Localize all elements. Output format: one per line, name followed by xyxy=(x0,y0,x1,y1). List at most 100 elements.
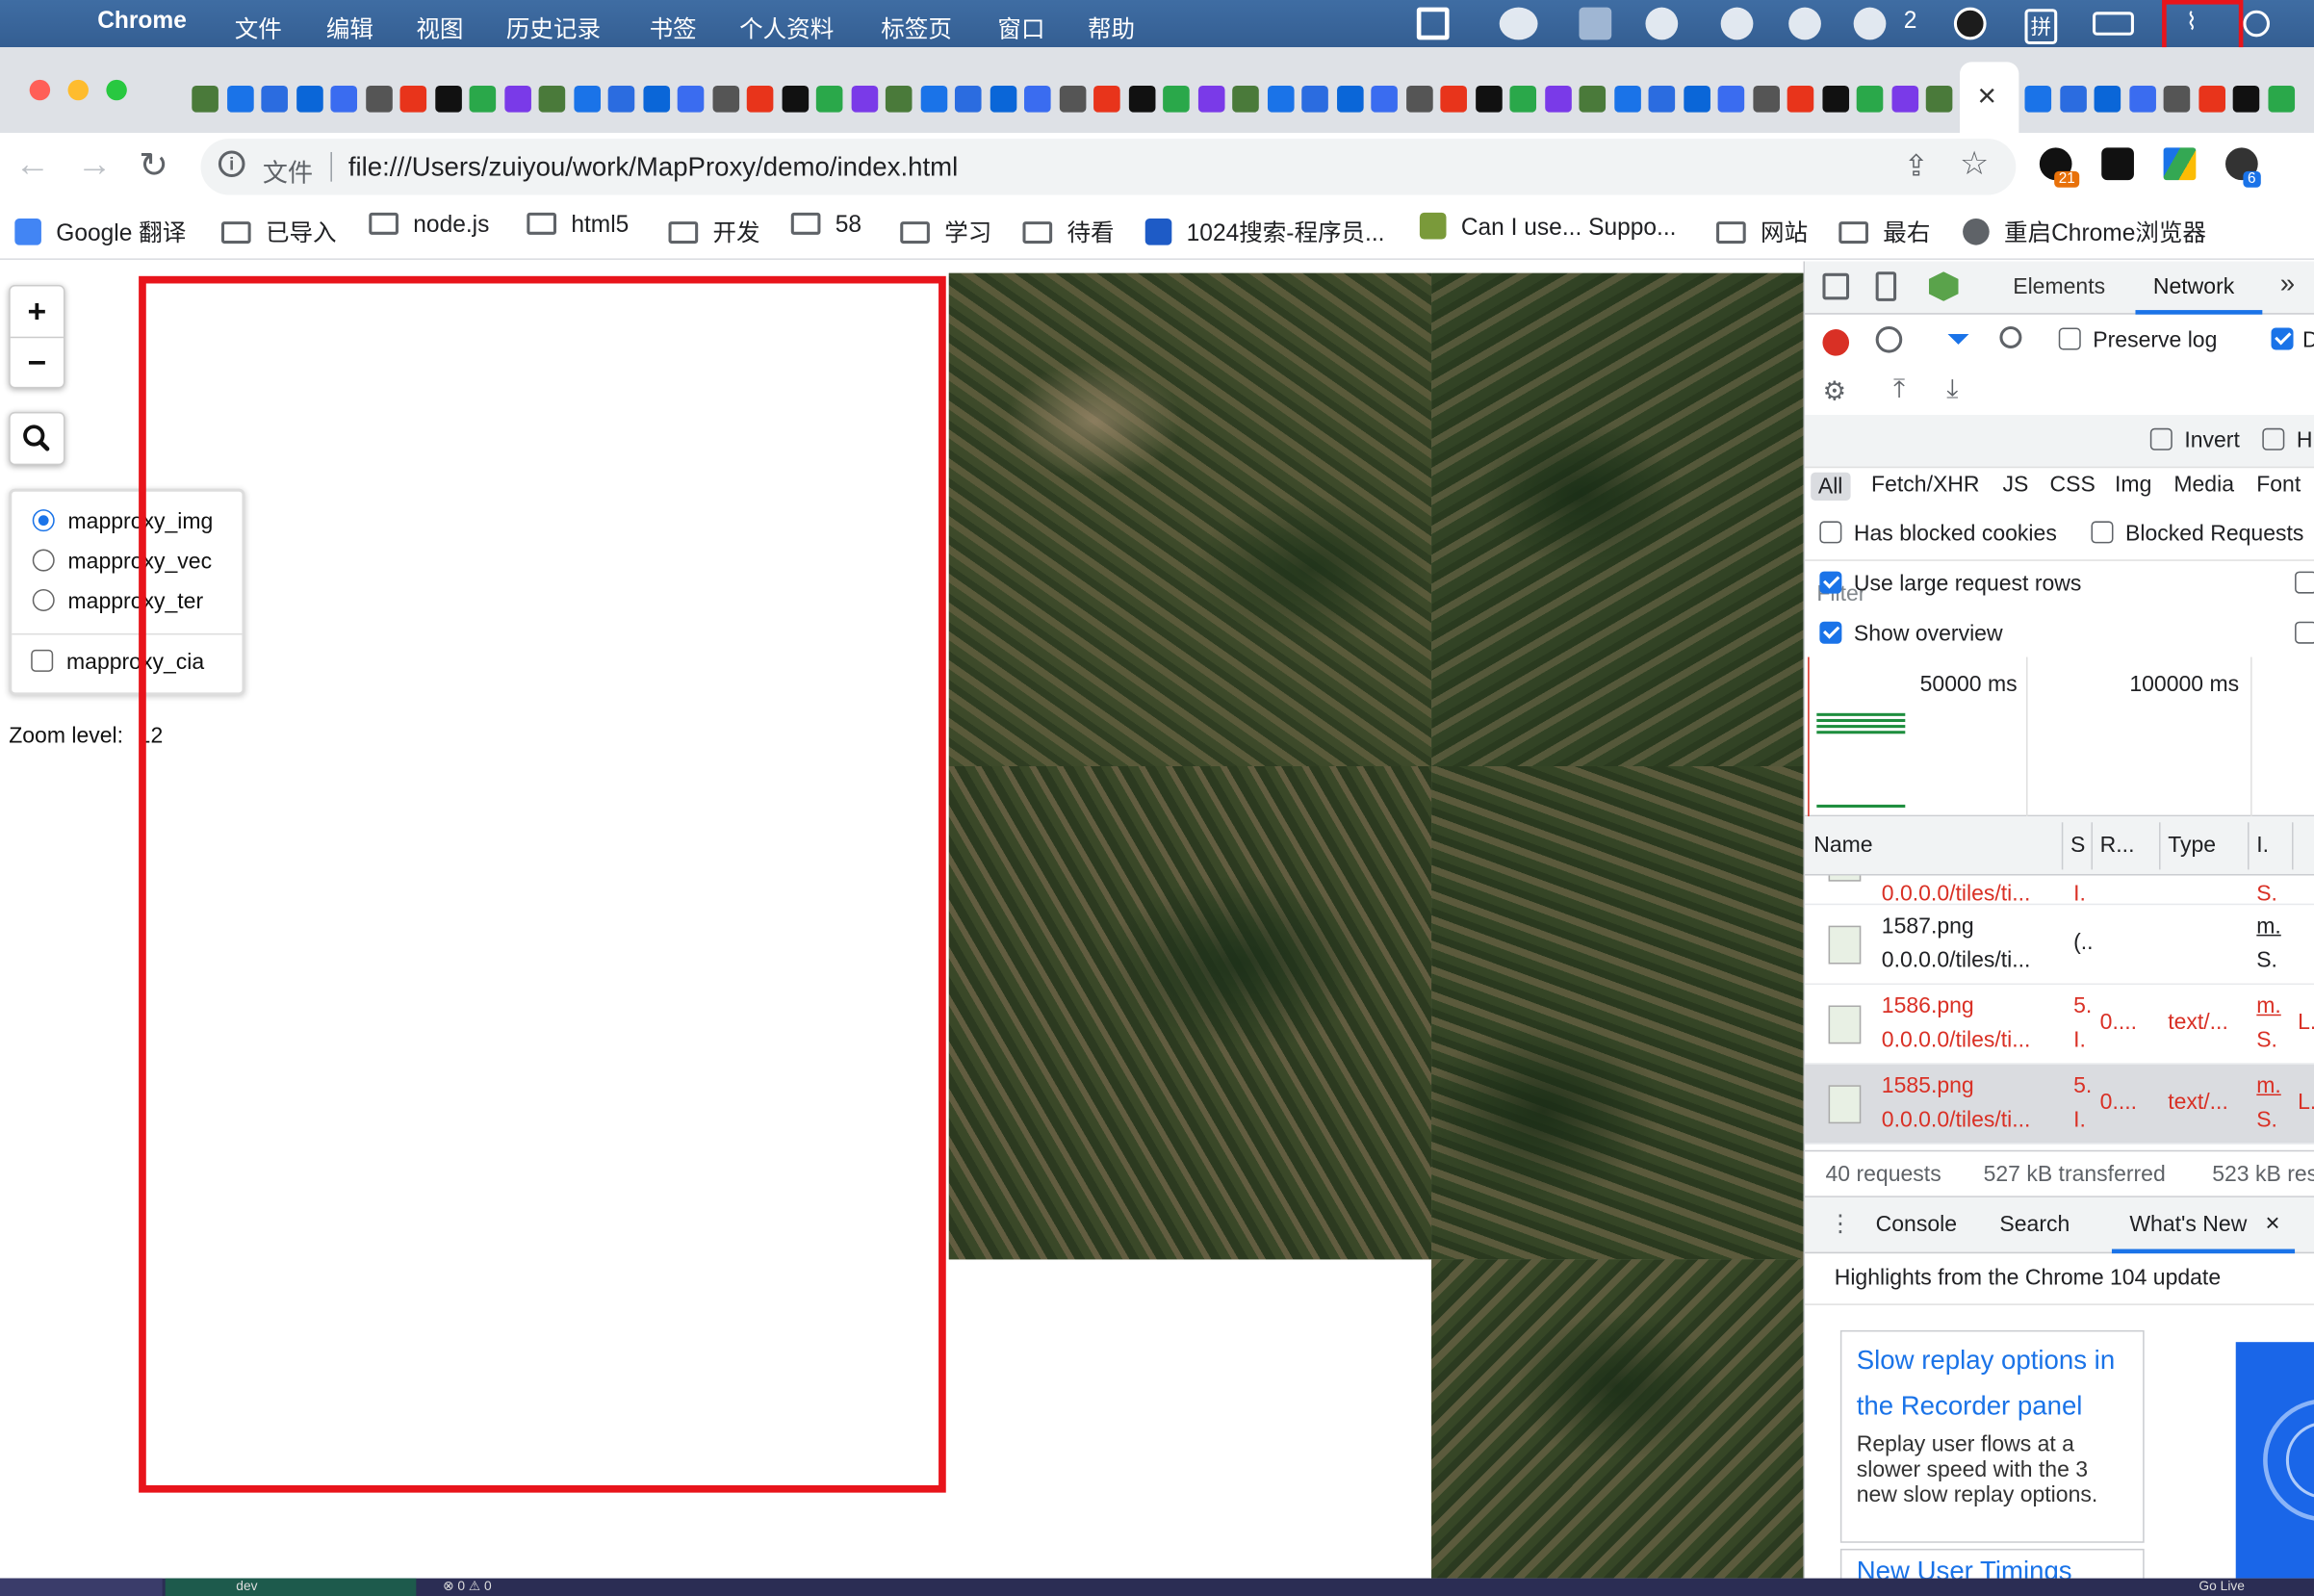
bookmark-folder-sites[interactable]: 网站 xyxy=(1716,213,1808,248)
tab-favicon[interactable] xyxy=(954,85,982,113)
address-bar[interactable]: i 文件 file:///Users/zuiyou/work/MapProxy/… xyxy=(200,139,2017,195)
blocked-requests-option[interactable]: Blocked Requests xyxy=(2091,521,2303,546)
type-filter-img[interactable]: Img xyxy=(2115,473,2151,498)
hide-data-urls-option[interactable]: H xyxy=(2262,427,2312,453)
radio-button[interactable] xyxy=(32,588,55,611)
back-arrow-icon[interactable]: ← xyxy=(14,144,50,186)
wechat-icon[interactable] xyxy=(1853,7,1887,40)
tab-favicon[interactable] xyxy=(1440,85,1467,113)
bookmark-folder-dev[interactable]: 开发 xyxy=(668,213,760,248)
checkbox[interactable] xyxy=(2262,427,2285,450)
type-filter-css[interactable]: CSS xyxy=(2050,473,2095,498)
tab-close-icon[interactable]: × xyxy=(1977,77,1996,116)
tab-favicon[interactable] xyxy=(504,85,531,113)
import-har-icon[interactable]: ⤒ xyxy=(1893,373,1905,404)
tab-favicon[interactable] xyxy=(366,85,393,113)
type-filter-all[interactable]: All xyxy=(1811,472,1851,501)
nodejs-icon[interactable] xyxy=(1928,271,1959,301)
tab-elements[interactable]: Elements xyxy=(2013,274,2105,299)
tab-favicon[interactable] xyxy=(2129,85,2156,113)
column-divider[interactable] xyxy=(2159,822,2161,870)
tab-favicon[interactable] xyxy=(712,85,740,113)
menu-profile[interactable]: 个人资料 xyxy=(739,9,834,44)
forward-arrow-icon[interactable]: → xyxy=(77,144,113,186)
record-button[interactable] xyxy=(1822,329,1850,356)
tab-favicon[interactable] xyxy=(885,85,913,113)
column-divider[interactable] xyxy=(2291,822,2294,870)
input-method-icon[interactable]: 拼 xyxy=(2024,9,2058,45)
table-row[interactable]: 1587.png 0.0.0.0/tiles/ti... (.. m. S. xyxy=(1805,905,2314,986)
tray-face-icon[interactable] xyxy=(1645,7,1679,40)
menu-history[interactable]: 历史记录 xyxy=(506,9,601,44)
inspect-element-icon[interactable] xyxy=(1822,272,1850,300)
drawer-menu-icon[interactable]: ⋮ xyxy=(1829,1209,1853,1239)
tab-favicon[interactable] xyxy=(1301,85,1328,113)
device-toolbar-icon[interactable] xyxy=(1875,271,1897,301)
tab-favicon[interactable] xyxy=(1787,85,1814,113)
request-initiator-link[interactable]: m. xyxy=(2256,1073,2281,1098)
tab-favicon[interactable] xyxy=(920,85,948,113)
window-minimize-button[interactable] xyxy=(67,79,89,101)
drawer-close-icon[interactable]: × xyxy=(2265,1209,2279,1239)
type-filter-js[interactable]: JS xyxy=(2002,473,2028,498)
reload-icon[interactable]: ↻ xyxy=(139,144,168,187)
tab-favicon[interactable] xyxy=(1509,85,1537,113)
site-info-icon[interactable]: i xyxy=(218,150,245,178)
tab-favicon[interactable] xyxy=(1822,85,1850,113)
search-icon[interactable] xyxy=(1999,325,2022,348)
tab-favicon[interactable] xyxy=(1684,85,1710,113)
tab-favicon[interactable] xyxy=(643,85,671,113)
more-tabs-icon[interactable]: » xyxy=(2280,269,2295,299)
checkbox[interactable] xyxy=(2295,571,2314,594)
tab-favicon[interactable] xyxy=(1753,85,1780,113)
tab-favicon[interactable] xyxy=(1371,85,1398,113)
tab-favicon[interactable] xyxy=(1579,85,1607,113)
menu-window[interactable]: 窗口 xyxy=(997,9,1044,44)
filter-icon[interactable]: ⏷ xyxy=(1946,323,1970,357)
tab-favicon[interactable] xyxy=(1717,85,1745,113)
tab-favicon[interactable] xyxy=(1891,85,1919,113)
checkbox[interactable] xyxy=(2271,327,2294,350)
type-filter-media[interactable]: Media xyxy=(2173,473,2234,498)
tray-cloud-icon[interactable] xyxy=(1499,7,1538,40)
share-icon[interactable]: ⇪ xyxy=(1904,147,1929,184)
card-2-title-link[interactable]: New User Timings xyxy=(1857,1557,2072,1579)
tab-favicon[interactable] xyxy=(1024,85,1051,113)
column-divider[interactable] xyxy=(2061,822,2064,870)
menu-help[interactable]: 帮助 xyxy=(1088,9,1135,44)
column-initiator[interactable]: I. xyxy=(2256,833,2269,858)
tab-favicon[interactable] xyxy=(435,85,462,113)
checkbox[interactable] xyxy=(31,649,54,672)
tab-favicon[interactable] xyxy=(815,85,843,113)
whats-new-card-2[interactable]: New User Timings xyxy=(1839,1548,2145,1579)
bookmark-restart-chrome[interactable]: 重启Chrome浏览器 xyxy=(1963,213,2206,248)
tab-favicon[interactable] xyxy=(1337,85,1364,113)
tab-favicon[interactable] xyxy=(1197,85,1225,113)
radio-button[interactable] xyxy=(32,549,55,572)
tab-favicon[interactable] xyxy=(2268,85,2296,113)
column-name[interactable]: Name xyxy=(1813,833,1872,858)
drawer-tab-search[interactable]: Search xyxy=(1999,1212,2070,1237)
tab-favicon[interactable] xyxy=(399,85,427,113)
table-row[interactable]: 0.0.0.0/tiles/ti... I. S. xyxy=(1805,875,2314,907)
tab-favicon[interactable] xyxy=(296,85,323,113)
bookmark-star-icon[interactable]: ☆ xyxy=(1960,144,1989,183)
type-filter-font[interactable]: Font xyxy=(2256,473,2301,498)
bookmark-folder-to-read[interactable]: 待看 xyxy=(1022,213,1115,248)
column-status[interactable]: S xyxy=(2070,833,2085,858)
menu-edit[interactable]: 编辑 xyxy=(326,9,373,44)
type-filter-fetch[interactable]: Fetch/XHR xyxy=(1871,473,1979,498)
tab-favicon[interactable] xyxy=(574,85,601,113)
tab-favicon[interactable] xyxy=(2198,85,2226,113)
tab-favicon[interactable] xyxy=(1232,85,1259,113)
checkbox[interactable] xyxy=(1819,621,1842,644)
bookmark-folder-html5[interactable]: html5 xyxy=(527,212,629,240)
url-text[interactable]: file:///Users/zuiyou/work/MapProxy/demo/… xyxy=(348,152,958,183)
show-overview-option[interactable]: Show overview xyxy=(1819,621,2003,647)
menu-bookmarks[interactable]: 书签 xyxy=(650,9,697,44)
google-drive-icon[interactable] xyxy=(2163,147,2197,181)
column-remote[interactable]: R... xyxy=(2100,833,2135,858)
tab-favicon[interactable] xyxy=(1476,85,1503,113)
column-divider[interactable] xyxy=(2248,822,2250,870)
tab-favicon[interactable] xyxy=(782,85,810,113)
